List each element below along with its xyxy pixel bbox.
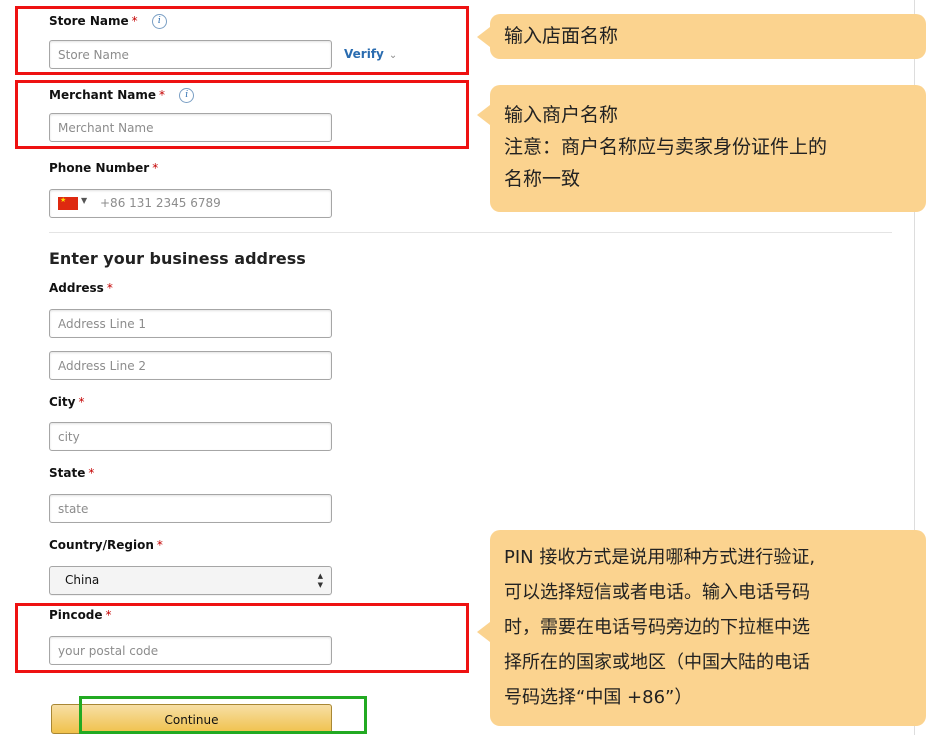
callout-store-name: 输入店面名称	[477, 14, 926, 59]
store-name-input[interactable]	[50, 41, 331, 68]
address-line1-input[interactable]	[50, 310, 331, 337]
merchant-name-input[interactable]	[50, 114, 331, 141]
phone-number-label-text: Phone Number	[49, 161, 150, 175]
merchant-name-field[interactable]	[49, 113, 332, 142]
verify-label: Verify	[344, 47, 384, 61]
callout-tail	[477, 105, 490, 125]
address-label: Address *	[49, 281, 113, 295]
pincode-field[interactable]	[49, 636, 332, 665]
callout-text: 号码选择“中国 +86”）	[504, 687, 693, 708]
callout-text: 名称一致	[504, 168, 581, 190]
required-mark: *	[78, 395, 85, 409]
merchant-name-label: Merchant Name * i	[49, 88, 195, 103]
address-line2-field[interactable]	[49, 351, 332, 380]
required-mark: *	[159, 88, 165, 102]
address-line2-input[interactable]	[50, 352, 331, 379]
required-mark: *	[106, 281, 113, 295]
city-label-text: City	[49, 395, 76, 409]
required-mark: *	[105, 608, 112, 622]
section-divider	[49, 232, 892, 233]
country-label-text: Country/Region	[49, 538, 154, 552]
merchant-name-label-text: Merchant Name	[49, 88, 156, 102]
country-label: Country/Region *	[49, 538, 163, 552]
callout-text: 输入商户名称	[504, 104, 619, 126]
callout-merchant-name: 输入商户名称 注意：商户名称应与卖家身份证件上的 名称一致	[477, 85, 926, 212]
caret-down-icon[interactable]: ▼	[81, 196, 87, 205]
store-name-field[interactable]	[49, 40, 332, 69]
pincode-input[interactable]	[50, 637, 331, 664]
chevron-down-icon: ⌄	[388, 50, 398, 61]
select-arrows-icon: ▲ ▼	[317, 572, 323, 589]
city-input[interactable]	[50, 423, 331, 450]
verify-button[interactable]: Verify ⌄	[344, 47, 397, 61]
phone-number-label: Phone Number *	[49, 161, 158, 175]
pincode-label: Pincode *	[49, 608, 112, 622]
callout-text: 注意：商户名称应与卖家身份证件上的	[504, 136, 828, 158]
address-label-text: Address	[49, 281, 104, 295]
city-label: City *	[49, 395, 84, 409]
state-label: State *	[49, 466, 94, 480]
required-mark: *	[156, 538, 163, 552]
required-mark: *	[131, 14, 138, 28]
section-title: Enter your business address	[49, 249, 306, 268]
callout-text: 输入店面名称	[504, 25, 619, 47]
callout-text: PIN 接收方式是说用哪种方式进行验证,	[504, 547, 816, 568]
info-icon[interactable]: i	[151, 14, 167, 29]
store-name-label: Store Name * i	[49, 14, 167, 29]
phone-number-value[interactable]: +86 131 2345 6789	[100, 190, 221, 217]
state-input[interactable]	[50, 495, 331, 522]
china-flag-icon[interactable]: ★	[58, 196, 78, 210]
pincode-label-text: Pincode	[49, 608, 103, 622]
callout-tail	[477, 622, 490, 642]
required-mark: *	[88, 466, 95, 480]
store-name-label-text: Store Name	[49, 14, 129, 28]
callout-text: 可以选择短信或者电话。输入电话号码	[504, 582, 810, 603]
state-label-text: State	[49, 466, 86, 480]
callout-tail	[477, 27, 490, 47]
country-selected-value: China	[65, 573, 100, 587]
country-select[interactable]: China ▲ ▼	[49, 566, 332, 595]
info-icon[interactable]: i	[179, 88, 195, 103]
state-field[interactable]	[49, 494, 332, 523]
callout-text: 择所在的国家或地区（中国大陆的电话	[504, 652, 810, 673]
phone-number-field[interactable]: ★ ▼ +86 131 2345 6789	[49, 189, 332, 218]
flag-star-icon: ★	[60, 196, 67, 204]
required-mark: *	[152, 161, 159, 175]
address-line1-field[interactable]	[49, 309, 332, 338]
city-field[interactable]	[49, 422, 332, 451]
callout-text: 时，需要在电话号码旁边的下拉框中选	[504, 617, 810, 638]
callout-pin: PIN 接收方式是说用哪种方式进行验证, 可以选择短信或者电话。输入电话号码 时…	[477, 530, 926, 726]
continue-button[interactable]: Continue	[51, 704, 332, 734]
